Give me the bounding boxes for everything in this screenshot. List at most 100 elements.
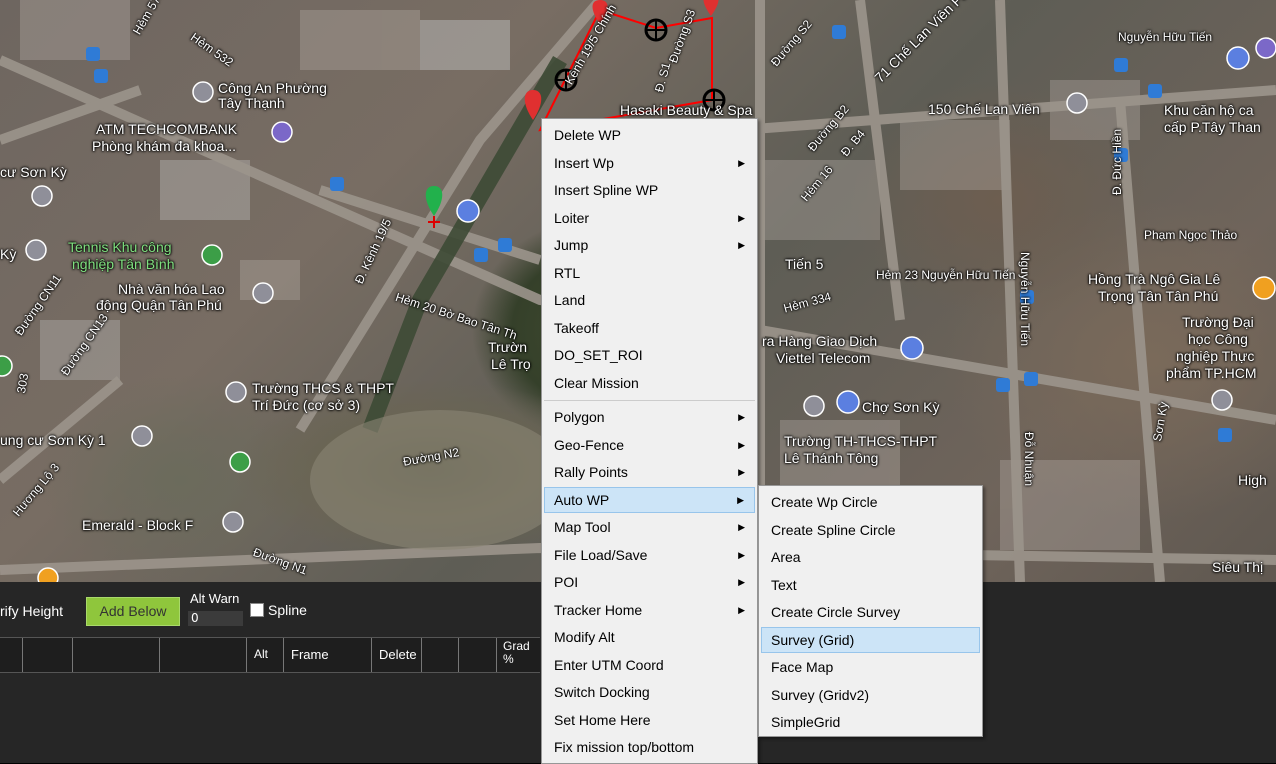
menu-item-geo-fence[interactable]: Geo-Fence ▶	[544, 432, 755, 458]
column-divider	[458, 638, 459, 672]
menu-item-face-map[interactable]: Face Map	[761, 654, 980, 680]
verify-height-checkbox-label[interactable]: rify Height	[0, 603, 63, 619]
menu-item-label: Clear Mission	[554, 374, 639, 391]
map-label: Trường Đại	[1182, 314, 1254, 330]
menu-item-set-home-here[interactable]: Set Home Here	[544, 707, 755, 733]
column-divider	[159, 638, 160, 672]
menu-item-takeoff[interactable]: Takeoff	[544, 315, 755, 341]
menu-item-label: Tracker Home	[554, 601, 643, 618]
menu-item-label: DO_SET_ROI	[554, 347, 643, 363]
menu-item-survey-gridv2[interactable]: Survey (Gridv2)	[761, 682, 980, 708]
menu-item-create-wp-circle[interactable]: Create Wp Circle	[761, 489, 980, 515]
map-label: Trọng Tân Tân Phú	[1098, 288, 1219, 304]
menu-item-label: Delete WP	[554, 127, 621, 143]
map-label: Lê Thánh Tông	[784, 450, 879, 466]
map-label: 150 Chế Lan Viên	[928, 101, 1040, 117]
menu-item-rtl[interactable]: RTL	[544, 260, 755, 286]
menu-item-label: Create Wp Circle	[771, 494, 878, 510]
menu-item-modify-alt[interactable]: Modify Alt	[544, 624, 755, 650]
menu-item-label: Create Spline Circle	[771, 521, 896, 538]
map-label: Chợ Sơn Kỳ	[862, 399, 940, 415]
menu-item-tracker-home[interactable]: Tracker Home ▶	[544, 597, 755, 623]
submenu-arrow-icon: ▶	[737, 494, 744, 505]
column-header-grad[interactable]: Grad %	[503, 640, 530, 666]
menu-item-label: Auto WP	[554, 491, 610, 508]
map-label: Tây Thạnh	[218, 95, 285, 111]
crosshair-waypoint-icon[interactable]	[644, 18, 668, 42]
map-label: Hasaki Beauty & Spa	[620, 102, 753, 118]
alt-warn-input[interactable]: 0	[188, 611, 243, 626]
column-header-delete[interactable]: Delete	[379, 647, 417, 662]
menu-item-delete-wp[interactable]: Delete WP	[544, 122, 755, 148]
submenu-arrow-icon: ▶	[738, 439, 745, 450]
menu-item-label: Fix mission top/bottom	[554, 739, 695, 755]
map-label: High	[1238, 472, 1267, 488]
menu-item-create-spline-circle[interactable]: Create Spline Circle	[761, 517, 980, 543]
column-header-frame[interactable]: Frame	[291, 647, 329, 662]
map-label: Emerald - Block F	[82, 517, 194, 533]
menu-item-label: Insert Spline WP	[554, 182, 659, 198]
menu-item-label: Enter UTM Coord	[554, 656, 664, 673]
menu-item-label: Geo-Fence	[554, 436, 625, 453]
menu-item-enter-utm-coord[interactable]: Enter UTM Coord	[544, 652, 755, 678]
submenu-arrow-icon: ▶	[738, 467, 745, 477]
menu-item-label: Jump	[554, 237, 589, 253]
menu-item-do-set-roi[interactable]: DO_SET_ROI	[544, 342, 755, 368]
menu-item-poi[interactable]: POI ▶	[544, 569, 755, 595]
menu-item-polygon[interactable]: Polygon ▶	[544, 404, 755, 430]
map-label: nghiệp Tân Bình	[72, 256, 175, 272]
menu-item-map-tool[interactable]: Map Tool ▶	[544, 514, 755, 540]
submenu-arrow-icon: ▶	[738, 157, 745, 168]
menu-item-label: Set Home Here	[554, 711, 651, 728]
menu-item-switch-docking[interactable]: Switch Docking	[544, 679, 755, 705]
map-label: Kỳ	[0, 246, 17, 262]
menu-item-label: Map Tool	[554, 519, 611, 535]
menu-separator	[544, 400, 755, 401]
column-divider	[283, 638, 284, 672]
column-header-alt[interactable]: Alt	[254, 647, 268, 661]
menu-item-label: Polygon	[554, 409, 605, 425]
menu-item-land[interactable]: Land	[544, 287, 755, 313]
menu-item-label: Modify Alt	[554, 629, 615, 645]
map-label: Nguyễn Hữu Tiến	[1018, 252, 1032, 347]
submenu-arrow-icon: ▶	[738, 412, 745, 422]
menu-item-label: POI	[554, 574, 579, 590]
menu-item-text[interactable]: Text	[761, 572, 980, 598]
menu-item-rally-points[interactable]: Rally Points ▶	[544, 459, 755, 485]
menu-item-auto-wp[interactable]: Auto WP ▶	[544, 486, 755, 513]
menu-item-jump[interactable]: Jump ▶	[544, 232, 755, 258]
menu-item-area[interactable]: Area	[761, 544, 980, 570]
add-below-button[interactable]: Add Below	[86, 597, 180, 626]
menu-item-label: Face Map	[771, 659, 834, 675]
alt-warn-label: Alt Warn	[190, 591, 240, 606]
menu-item-clear-mission[interactable]: Clear Mission	[544, 370, 755, 396]
map-label: Trường TH-THCS-THPT	[784, 433, 938, 449]
menu-item-label: Area	[771, 549, 801, 565]
map-label: Phòng khám đa khoa...	[92, 138, 236, 154]
map-label: Hẻm 23 Nguyễn Hữu Tiến	[876, 268, 1016, 282]
submenu-arrow-icon: ▶	[738, 212, 745, 223]
spline-checkbox[interactable]	[250, 603, 264, 617]
menu-item-file-load-save[interactable]: File Load/Save ▶	[544, 542, 755, 568]
column-divider	[496, 638, 497, 672]
submenu-arrow-icon: ▶	[738, 549, 745, 560]
menu-item-loiter[interactable]: Loiter ▶	[544, 205, 755, 231]
map-label: cư Sơn Kỳ	[0, 164, 67, 180]
menu-item-label: Survey (Gridv2)	[771, 686, 870, 703]
map-label: cấp P.Tây Than	[1164, 119, 1261, 135]
menu-item-label: Switch Docking	[554, 684, 650, 700]
column-divider	[22, 638, 23, 672]
menu-item-label: Takeoff	[554, 319, 599, 336]
column-divider	[246, 638, 247, 672]
map-label: phẩm TP.HCM	[1166, 365, 1257, 381]
menu-item-create-circle-survey[interactable]: Create Circle Survey	[761, 599, 980, 625]
menu-item-insert-spline-wp[interactable]: Insert Spline WP	[544, 177, 755, 203]
menu-item-survey-grid[interactable]: Survey (Grid)	[761, 626, 980, 653]
waypoint-marker-icon[interactable]	[703, 0, 719, 16]
menu-item-fix-mission-top-bottom[interactable]: Fix mission top/bottom	[544, 734, 755, 760]
map-label: ATM TECHCOMBANK	[96, 121, 238, 137]
menu-item-simplegrid[interactable]: SimpleGrid	[761, 709, 980, 735]
map-label: Trườn	[488, 339, 528, 355]
menu-item-insert-wp[interactable]: Insert Wp ▶	[544, 150, 755, 176]
menu-item-label: SimpleGrid	[771, 714, 841, 730]
